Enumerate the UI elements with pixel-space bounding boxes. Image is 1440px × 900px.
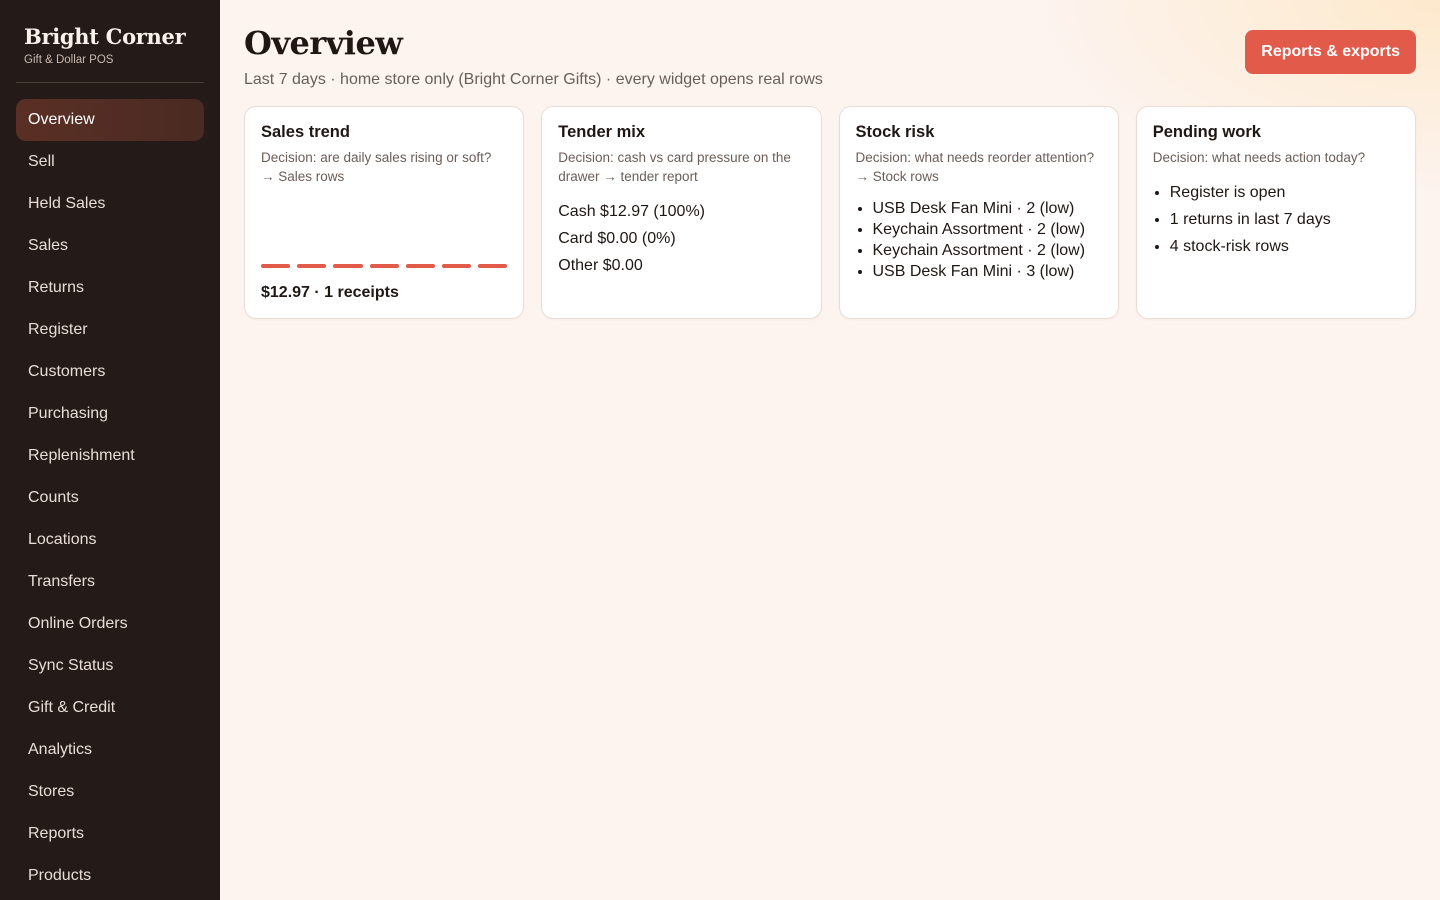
sidebar-item-online-orders[interactable]: Online Orders bbox=[16, 603, 204, 645]
reports-exports-button[interactable]: Reports & exports bbox=[1245, 30, 1416, 74]
page-subtitle: Last 7 days · home store only (Bright Co… bbox=[244, 71, 823, 88]
sidebar-item-stores[interactable]: Stores bbox=[16, 771, 204, 813]
sidebar-item-gift-credit[interactable]: Gift & Credit bbox=[16, 687, 204, 729]
sidebar-item-replenishment[interactable]: Replenishment bbox=[16, 435, 204, 477]
main-content: Overview Last 7 days · home store only (… bbox=[220, 0, 1440, 900]
sidebar-item-sync-status[interactable]: Sync Status bbox=[16, 645, 204, 687]
brand-subtitle: Gift & Dollar POS bbox=[24, 54, 114, 66]
sidebar-item-transfers[interactable]: Transfers bbox=[16, 561, 204, 603]
sales-trend-day-bar bbox=[297, 264, 327, 268]
sales-trend-day-bar bbox=[261, 264, 291, 268]
pending-work-card[interactable]: Pending work Decision: what needs action… bbox=[1135, 106, 1416, 319]
tender-list: Cash $12.97 (100%) Card $0.00 (0%) Other… bbox=[558, 198, 804, 279]
list-item: 1 returns in last 7 days bbox=[1170, 206, 1399, 233]
sidebar-item-overview[interactable]: Overview bbox=[16, 99, 204, 141]
page-title: Overview bbox=[244, 24, 403, 62]
stock-risk-list: USB Desk Fan Mini · 2 (low) Keychain Ass… bbox=[856, 198, 1102, 282]
sales-trend-sparkline bbox=[261, 264, 508, 268]
sales-trend-day-bar bbox=[478, 264, 508, 268]
sidebar-item-sales[interactable]: Sales bbox=[16, 225, 204, 267]
tender-cash: Cash $12.97 (100%) bbox=[558, 203, 706, 220]
card-description: Decision: what needs action today? bbox=[1152, 150, 1366, 165]
card-title: Pending work bbox=[1152, 123, 1261, 141]
sidebar-item-counts[interactable]: Counts bbox=[16, 477, 204, 519]
list-item: USB Desk Fan Mini · 3 (low) bbox=[873, 261, 1102, 282]
sidebar-item-customers[interactable]: Customers bbox=[16, 351, 204, 393]
card-description: Decision: cash vs card pressure on the d… bbox=[558, 150, 791, 184]
sales-trend-card[interactable]: Sales trend Decision: are daily sales ri… bbox=[244, 106, 525, 319]
card-description: Decision: are daily sales rising or soft… bbox=[261, 150, 492, 184]
list-item: Register is open bbox=[1170, 179, 1399, 206]
sidebar: Bright Corner Gift & Dollar POS Overview… bbox=[0, 0, 220, 900]
list-item: Keychain Assortment · 2 (low) bbox=[873, 219, 1102, 240]
tender-mix-card[interactable]: Tender mix Decision: cash vs card pressu… bbox=[541, 106, 822, 319]
sales-trend-summary: $12.97 · 1 receipts bbox=[261, 284, 399, 301]
sales-trend-day-bar bbox=[441, 264, 472, 268]
card-title: Tender mix bbox=[558, 123, 646, 141]
sidebar-nav: Overview Sell Held Sales Sales Returns R… bbox=[16, 99, 204, 897]
sidebar-divider bbox=[16, 82, 204, 83]
sales-trend-day-bar bbox=[405, 264, 435, 268]
sidebar-item-purchasing[interactable]: Purchasing bbox=[16, 393, 204, 435]
stock-risk-card[interactable]: Stock risk Decision: what needs reorder … bbox=[838, 106, 1119, 319]
sidebar-item-held-sales[interactable]: Held Sales bbox=[16, 183, 204, 225]
list-item: 4 stock-risk rows bbox=[1170, 233, 1399, 260]
sidebar-item-register[interactable]: Register bbox=[16, 309, 204, 351]
sales-trend-day-bar bbox=[369, 264, 399, 268]
sidebar-item-reports[interactable]: Reports bbox=[16, 813, 204, 855]
tender-card: Card $0.00 (0%) bbox=[558, 230, 676, 247]
card-title: Stock risk bbox=[855, 123, 935, 141]
sidebar-item-locations[interactable]: Locations bbox=[16, 519, 204, 561]
widget-grid: Sales trend Decision: are daily sales ri… bbox=[244, 106, 1416, 319]
tender-other: Other $0.00 bbox=[558, 257, 643, 274]
card-title: Sales trend bbox=[261, 123, 350, 141]
sidebar-item-products[interactable]: Products bbox=[16, 855, 204, 897]
list-item: Keychain Assortment · 2 (low) bbox=[873, 240, 1102, 261]
pending-work-list: Register is open 1 returns in last 7 day… bbox=[1153, 179, 1399, 260]
list-item: USB Desk Fan Mini · 2 (low) bbox=[873, 198, 1102, 219]
brand-name: Bright Corner bbox=[24, 24, 186, 49]
card-description: Decision: what needs reorder attention? … bbox=[855, 150, 1095, 184]
sidebar-item-returns[interactable]: Returns bbox=[16, 267, 204, 309]
sidebar-item-analytics[interactable]: Analytics bbox=[16, 729, 204, 771]
sales-trend-day-bar bbox=[333, 264, 363, 268]
sidebar-item-sell[interactable]: Sell bbox=[16, 141, 204, 183]
